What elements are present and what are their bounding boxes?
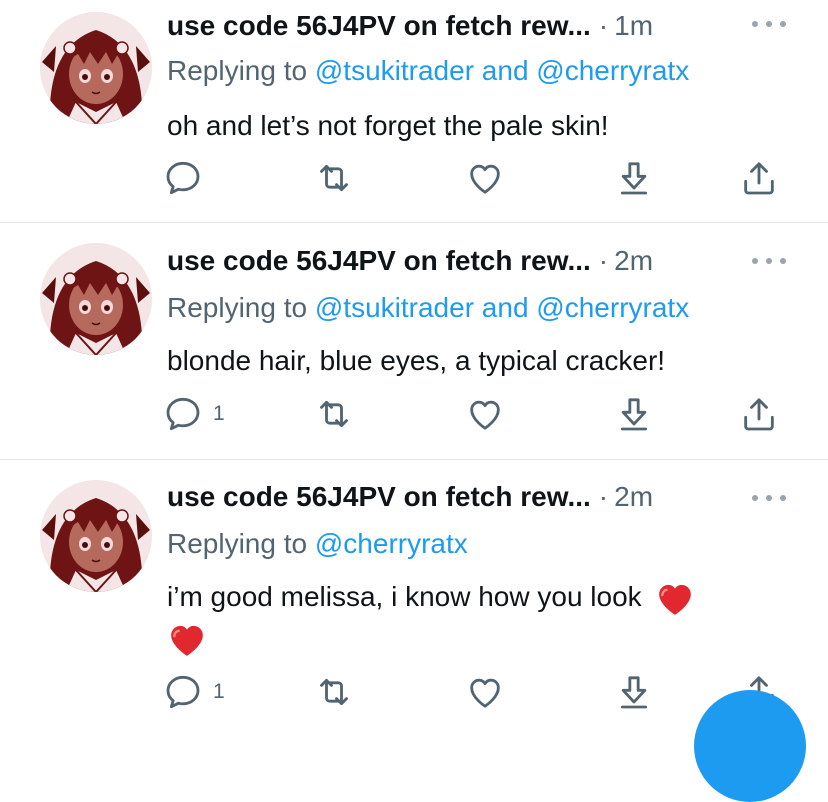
reply-icon	[163, 394, 203, 434]
share-icon	[739, 394, 779, 434]
tweet-actions	[163, 158, 783, 198]
avatar-image	[40, 480, 152, 592]
replying-to-label: Replying to	[167, 528, 308, 559]
avatar[interactable]	[40, 12, 152, 124]
replying-to-line: Replying to @tsukitrader and @cherryratx	[167, 292, 689, 324]
reply-count: 1	[213, 680, 225, 703]
replying-to-line: Replying to @tsukitrader and @cherryratx	[167, 55, 689, 87]
like-icon	[465, 158, 505, 198]
timestamp[interactable]: 1m	[614, 10, 653, 42]
reply-icon	[163, 158, 203, 198]
retweet-button[interactable]	[314, 158, 354, 198]
mention-link[interactable]: @tsukitrader	[315, 292, 474, 323]
mention-link[interactable]: @cherryratx	[315, 528, 468, 559]
mention-and: and	[481, 292, 529, 323]
more-options-icon[interactable]	[752, 491, 786, 505]
avatar[interactable]	[40, 480, 152, 592]
retweet-icon	[314, 672, 354, 712]
tweet-text: blonde hair, blue eyes, a typical cracke…	[167, 345, 666, 376]
separator-dot: ·	[598, 481, 609, 512]
avatar[interactable]	[40, 243, 152, 355]
download-icon	[614, 158, 654, 198]
download-button[interactable]	[614, 158, 654, 198]
compose-tweet-button[interactable]	[694, 690, 806, 802]
tweet-header: use code 56J4PV on fetch rew... · 1m	[167, 6, 653, 46]
reply-button[interactable]: 1	[163, 672, 225, 712]
red-heart-emoji	[167, 620, 207, 660]
like-button[interactable]	[465, 394, 505, 434]
reply-button[interactable]: 1	[163, 394, 225, 434]
share-icon	[739, 158, 779, 198]
tweet-header: use code 56J4PV on fetch rew... · 2m	[167, 241, 653, 281]
download-button[interactable]	[614, 672, 654, 712]
display-name[interactable]: use code 56J4PV on fetch rew...	[167, 10, 591, 42]
reply-button[interactable]	[163, 158, 213, 198]
separator-dot: ·	[598, 245, 609, 276]
like-button[interactable]	[465, 672, 505, 712]
more-options-icon[interactable]	[752, 254, 786, 268]
share-button[interactable]	[739, 158, 779, 198]
timestamp[interactable]: 2m	[614, 245, 653, 277]
download-icon	[614, 672, 654, 712]
like-icon	[465, 394, 505, 434]
tweet-actions: 1	[163, 672, 783, 712]
replying-to-label: Replying to	[167, 292, 308, 323]
tweet-actions: 1	[163, 394, 783, 434]
retweet-button[interactable]	[314, 672, 354, 712]
retweet-icon	[314, 394, 354, 434]
like-button[interactable]	[465, 158, 505, 198]
tweet-text: oh and let’s not forget the pale skin!	[167, 110, 609, 141]
avatar-image	[40, 12, 152, 124]
replying-to-line: Replying to @cherryratx	[167, 528, 468, 560]
tweet[interactable]: use code 56J4PV on fetch rew... · 2m Rep…	[0, 223, 828, 459]
timestamp[interactable]: 2m	[614, 481, 653, 513]
display-name[interactable]: use code 56J4PV on fetch rew...	[167, 245, 591, 277]
display-name[interactable]: use code 56J4PV on fetch rew...	[167, 481, 591, 513]
download-button[interactable]	[614, 394, 654, 434]
tweet-header: use code 56J4PV on fetch rew... · 2m	[167, 477, 653, 517]
tweet-text-content: i’m good melissa, i know how you look	[167, 581, 642, 612]
red-heart-emoji	[655, 579, 695, 619]
avatar-image	[40, 243, 152, 355]
replying-to-label: Replying to	[167, 55, 308, 86]
like-icon	[465, 672, 505, 712]
reply-count: 1	[213, 402, 225, 425]
download-icon	[614, 394, 654, 434]
mention-link[interactable]: @cherryratx	[536, 55, 689, 86]
retweet-icon	[314, 158, 354, 198]
separator-dot: ·	[598, 10, 609, 41]
tweet-text: i’m good melissa, i know how you look	[167, 577, 767, 660]
tweet[interactable]: use code 56J4PV on fetch rew... · 1m Rep…	[0, 0, 828, 222]
mention-link[interactable]: @tsukitrader	[315, 55, 474, 86]
mention-and: and	[481, 55, 529, 86]
share-button[interactable]	[739, 394, 779, 434]
retweet-button[interactable]	[314, 394, 354, 434]
reply-icon	[163, 672, 203, 712]
more-options-icon[interactable]	[752, 17, 786, 31]
mention-link[interactable]: @cherryratx	[536, 292, 689, 323]
tweet[interactable]: use code 56J4PV on fetch rew... · 2m Rep…	[0, 460, 828, 729]
